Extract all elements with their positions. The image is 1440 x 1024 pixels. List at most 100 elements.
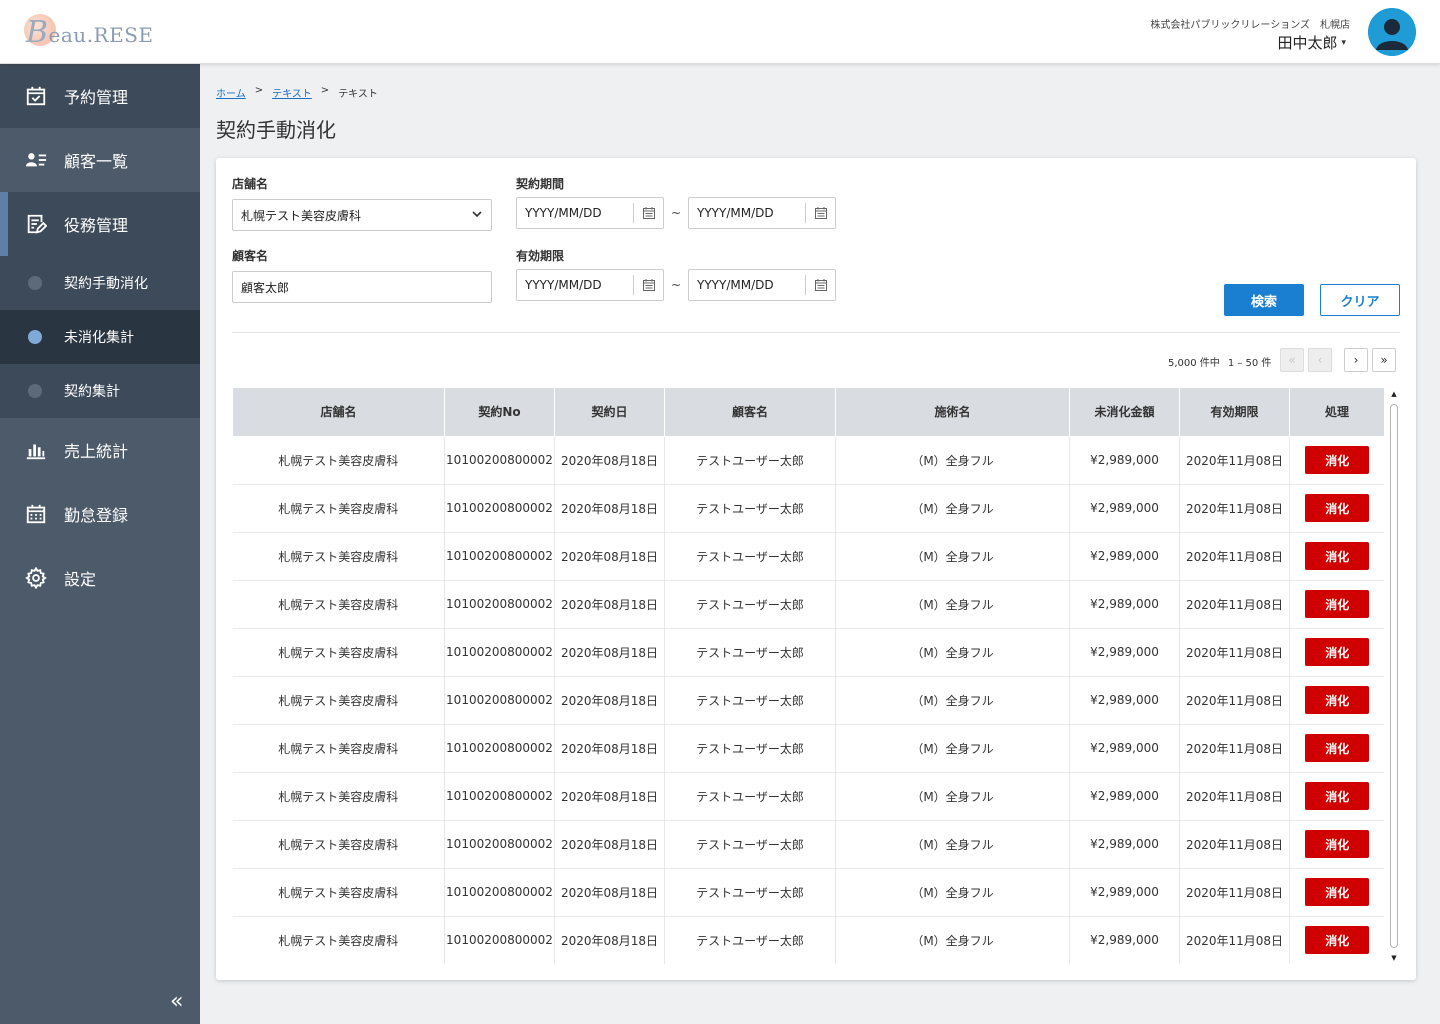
column-header[interactable]: 施術名 [835, 388, 1070, 437]
column-header[interactable]: 契約日 [554, 388, 665, 437]
consume-button[interactable]: 消化 [1305, 734, 1370, 762]
sidebar-subitem-contract-summary[interactable]: 契約集計 [0, 364, 200, 418]
avatar[interactable] [1368, 8, 1416, 56]
range-separator: ~ [671, 206, 682, 220]
table-scrollbar[interactable]: ▲ ▼ [1388, 388, 1400, 964]
cell-treatment: （M）全身フル [835, 916, 1070, 964]
search-results-card: 店舗名 札幌テスト美容皮膚科 顧客名 顧客太郎 契約期間 YYYY/MM/DD … [216, 158, 1416, 980]
sidebar-item-settings[interactable]: 設定 [0, 546, 200, 610]
breadcrumb-home-link[interactable]: ホーム [216, 85, 246, 100]
consume-button[interactable]: 消化 [1305, 542, 1370, 570]
sidebar-item-sales-stats[interactable]: 売上統計 [0, 418, 200, 482]
cell-no: 10100200800002 [444, 484, 555, 533]
table-row: 札幌テスト美容皮膚科 10100200800002 2020年08月18日 テストユー… [232, 436, 1384, 485]
column-header: 処理 [1289, 388, 1384, 437]
table-row: 札幌テスト美容皮膚科 10100200800002 2020年08月18日 テストユー… [232, 484, 1384, 533]
column-header[interactable]: 有効期限 [1179, 388, 1290, 437]
pagination-range: 1 – 50 件 [1227, 358, 1272, 369]
store-select[interactable]: 札幌テスト美容皮膚科 [232, 199, 492, 231]
results-table-container: 店舗名 契約No 契約日 顧客名 施術名 未消化金額 有効期限 処理 札幌テスト… [232, 388, 1384, 964]
cell-customer: テストユーザー太郎 [664, 772, 836, 821]
cell-expiry: 2020年11月08日 [1179, 532, 1290, 581]
calendar-icon[interactable] [633, 275, 663, 295]
cell-amount: ¥2,989,000 [1069, 820, 1180, 869]
sidebar-item-services[interactable]: 役務管理 [0, 192, 200, 256]
contract-start-date-input[interactable]: YYYY/MM/DD [516, 197, 664, 229]
cell-expiry: 2020年11月08日 [1179, 580, 1290, 629]
cell-store: 札幌テスト美容皮膚科 [232, 628, 445, 677]
date-placeholder: YYYY/MM/DD [525, 278, 602, 292]
table-row: 札幌テスト美容皮膚科 10100200800002 2020年08月18日 テストユー… [232, 580, 1384, 629]
cell-store: 札幌テスト美容皮膚科 [232, 436, 445, 485]
scroll-down-icon[interactable]: ▼ [1388, 952, 1400, 964]
cell-action: 消化 [1289, 820, 1384, 869]
search-button[interactable]: 検索 [1224, 284, 1304, 316]
table-row: 札幌テスト美容皮膚科 10100200800002 2020年08月18日 テストユー… [232, 916, 1384, 964]
consume-button[interactable]: 消化 [1305, 494, 1370, 522]
calendar-grid-icon [24, 502, 48, 526]
valid-start-date-input[interactable]: YYYY/MM/DD [516, 269, 664, 301]
cell-no: 10100200800002 [444, 916, 555, 964]
cell-store: 札幌テスト美容皮膚科 [232, 916, 445, 964]
cell-no: 10100200800002 [444, 772, 555, 821]
calendar-icon[interactable] [805, 275, 835, 295]
consume-button[interactable]: 消化 [1305, 830, 1370, 858]
sidebar-item-label: 顧客一覧 [64, 152, 129, 171]
consume-button[interactable]: 消化 [1305, 782, 1370, 810]
sidebar-item-customers[interactable]: 顧客一覧 [0, 128, 200, 192]
table-row: 札幌テスト美容皮膚科 10100200800002 2020年08月18日 テストユー… [232, 724, 1384, 773]
first-page-button[interactable]: « [1280, 348, 1304, 372]
cell-no: 10100200800002 [444, 628, 555, 677]
calendar-icon[interactable] [805, 203, 835, 223]
column-header[interactable]: 未消化金額 [1069, 388, 1180, 437]
last-page-button[interactable]: » [1372, 348, 1396, 372]
user-avatar-icon [1368, 8, 1416, 56]
column-header[interactable]: 店舗名 [232, 388, 445, 437]
cell-amount: ¥2,989,000 [1069, 580, 1180, 629]
column-header[interactable]: 契約No [444, 388, 555, 437]
scrollbar-thumb[interactable] [1390, 404, 1398, 948]
bullet-icon [28, 330, 42, 344]
collapse-sidebar-button[interactable]: « [170, 989, 184, 1014]
cell-date: 2020年08月18日 [554, 772, 665, 821]
cell-action: 消化 [1289, 484, 1384, 533]
breadcrumb-level1-link[interactable]: テキスト [272, 85, 312, 100]
cell-amount: ¥2,989,000 [1069, 484, 1180, 533]
consume-button[interactable]: 消化 [1305, 446, 1370, 474]
scroll-up-icon[interactable]: ▲ [1388, 388, 1400, 400]
chevron-down-icon [471, 208, 483, 223]
sidebar-item-label: 予約管理 [64, 88, 129, 107]
customer-input[interactable]: 顧客太郎 [232, 271, 492, 303]
valid-end-date-input[interactable]: YYYY/MM/DD [688, 269, 836, 301]
cell-customer: テストユーザー太郎 [664, 724, 836, 773]
consume-button[interactable]: 消化 [1305, 878, 1370, 906]
next-page-button[interactable]: › [1344, 348, 1368, 372]
date-placeholder: YYYY/MM/DD [697, 206, 774, 220]
sidebar-subitem-unconsumed-summary[interactable]: 未消化集計 [0, 310, 200, 364]
cell-no: 10100200800002 [444, 676, 555, 725]
calendar-icon[interactable] [633, 203, 663, 223]
contract-end-date-input[interactable]: YYYY/MM/DD [688, 197, 836, 229]
consume-button[interactable]: 消化 [1305, 926, 1370, 954]
clear-button[interactable]: クリア [1320, 284, 1400, 316]
brand-logo[interactable]: Beau.RESE [20, 12, 154, 52]
sidebar-item-reservations[interactable]: 予約管理 [0, 64, 200, 128]
consume-button[interactable]: 消化 [1305, 590, 1370, 618]
breadcrumb: ホーム > テキスト > テキスト [216, 85, 378, 100]
cell-action: 消化 [1289, 868, 1384, 917]
pagination-total: 5,000 件中 [1168, 358, 1220, 369]
cell-action: 消化 [1289, 724, 1384, 773]
consume-button[interactable]: 消化 [1305, 686, 1370, 714]
consume-button[interactable]: 消化 [1305, 638, 1370, 666]
user-menu[interactable]: 田中太郎 ▾ [1277, 32, 1346, 53]
date-placeholder: YYYY/MM/DD [525, 206, 602, 220]
cell-date: 2020年08月18日 [554, 724, 665, 773]
cell-amount: ¥2,989,000 [1069, 628, 1180, 677]
sidebar-subitem-manual-consume[interactable]: 契約手動消化 [0, 256, 200, 310]
cell-amount: ¥2,989,000 [1069, 532, 1180, 581]
cell-expiry: 2020年11月08日 [1179, 676, 1290, 725]
sidebar-item-attendance[interactable]: 勤怠登録 [0, 482, 200, 546]
cell-treatment: （M）全身フル [835, 868, 1070, 917]
prev-page-button[interactable]: ‹ [1308, 348, 1332, 372]
column-header[interactable]: 顧客名 [664, 388, 836, 437]
